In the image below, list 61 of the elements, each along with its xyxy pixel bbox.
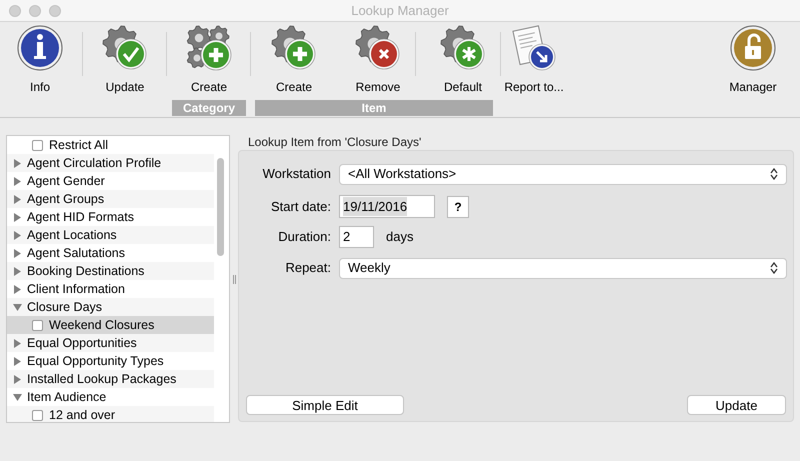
toolbar-button[interactable]: Create [268, 24, 320, 96]
workstation-select[interactable]: <All Workstations> [339, 164, 787, 184]
tree-row[interactable]: 12 and over [7, 406, 214, 422]
disclosure-icon[interactable] [12, 302, 22, 312]
action-button[interactable]: Update [687, 395, 786, 415]
window-title: Lookup Manager [351, 2, 449, 20]
date-field[interactable]: 19/11/2016 [339, 195, 435, 218]
disclosure-icon[interactable] [12, 176, 22, 186]
field-label: Workstation [262, 165, 331, 183]
toolbar-button[interactable]: Default [437, 24, 489, 96]
checkbox[interactable] [32, 320, 43, 330]
help-button[interactable]: ? [447, 196, 469, 218]
toolbar-button[interactable]: Remove [352, 24, 404, 96]
tree-row[interactable]: Agent Groups [7, 190, 214, 208]
stepper-icon [770, 168, 778, 180]
checkbox[interactable] [32, 410, 43, 420]
group-label: Category [172, 100, 246, 116]
padlock-icon [729, 24, 777, 72]
panel-heading: Lookup Item from 'Closure Days' [247, 135, 422, 150]
gear-asterisk-icon [439, 24, 487, 72]
tree-row[interactable]: Agent Locations [7, 226, 214, 244]
action-button[interactable]: Simple Edit [246, 395, 404, 415]
repeat-select[interactable]: Weekly [339, 258, 787, 278]
tree-row[interactable]: Agent Circulation Profile [7, 154, 214, 172]
field-label: Duration: [277, 228, 331, 246]
unit-label: days [386, 228, 414, 246]
splitter-handle[interactable] [232, 274, 236, 284]
scrollbar[interactable] [217, 158, 224, 256]
disclosure-icon[interactable] [12, 248, 22, 258]
checkbox[interactable] [32, 140, 43, 150]
toolbar-button[interactable]: Info [14, 24, 66, 96]
group-label: Item [255, 100, 493, 116]
toolbar-button[interactable]: Create [183, 24, 235, 96]
field-label: Start date: [270, 198, 331, 216]
disclosure-icon[interactable] [12, 158, 22, 168]
gears-plus-icon [185, 24, 233, 72]
disclosure-icon[interactable] [12, 212, 22, 222]
tree-row[interactable]: Booking Destinations [7, 262, 214, 280]
gear-plus-icon [270, 24, 318, 72]
disclosure-icon[interactable] [12, 356, 22, 366]
tree-row[interactable]: Closure Days [7, 298, 214, 316]
disclosure-icon[interactable] [12, 194, 22, 204]
toolbar-button[interactable]: Update [99, 24, 151, 96]
disclosure-icon[interactable] [12, 392, 22, 402]
gear-cross-icon [354, 24, 402, 72]
tree-row[interactable]: Weekend Closures [7, 316, 214, 334]
disclosure-icon[interactable] [12, 266, 22, 276]
stepper-icon [770, 262, 778, 274]
toolbar-button[interactable]: Manager [727, 24, 779, 96]
disclosure-icon[interactable] [12, 338, 22, 348]
disclosure-icon[interactable] [12, 284, 22, 294]
toolbar-button[interactable]: Report to... [496, 24, 572, 96]
gear-check-icon [101, 24, 149, 72]
disclosure-icon[interactable] [12, 230, 22, 240]
duration-field[interactable]: 2 [339, 226, 374, 248]
document-arrow-icon [510, 24, 558, 72]
disclosure-icon[interactable] [12, 374, 22, 384]
info-icon [16, 24, 64, 72]
tree-row[interactable]: Equal Opportunities [7, 334, 214, 352]
tree-row[interactable]: Installed Lookup Packages [7, 370, 214, 388]
field-label: Repeat: [284, 259, 331, 277]
